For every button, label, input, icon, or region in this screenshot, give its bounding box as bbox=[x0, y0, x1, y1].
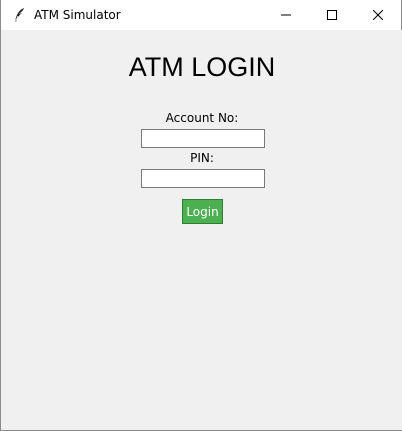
feather-icon bbox=[10, 5, 30, 25]
account-number-input[interactable] bbox=[141, 129, 265, 148]
maximize-icon bbox=[327, 10, 337, 20]
minimize-button[interactable] bbox=[263, 0, 309, 30]
app-window: ATM Simulator ATM LOGIN Account No: PIN:… bbox=[0, 0, 402, 431]
pin-input[interactable] bbox=[141, 169, 265, 188]
title-bar[interactable]: ATM Simulator bbox=[1, 0, 401, 30]
login-button[interactable]: Login bbox=[182, 199, 223, 224]
account-label: Account No: bbox=[165, 111, 239, 125]
close-icon bbox=[373, 10, 383, 20]
pin-label: PIN: bbox=[190, 151, 214, 165]
page-title: ATM LOGIN bbox=[128, 52, 276, 82]
login-panel: ATM LOGIN Account No: PIN: Login bbox=[2, 30, 402, 430]
minimize-icon bbox=[281, 10, 291, 20]
maximize-button[interactable] bbox=[309, 0, 355, 30]
close-button[interactable] bbox=[355, 0, 401, 30]
window-title: ATM Simulator bbox=[34, 8, 121, 22]
window-controls bbox=[263, 0, 401, 30]
